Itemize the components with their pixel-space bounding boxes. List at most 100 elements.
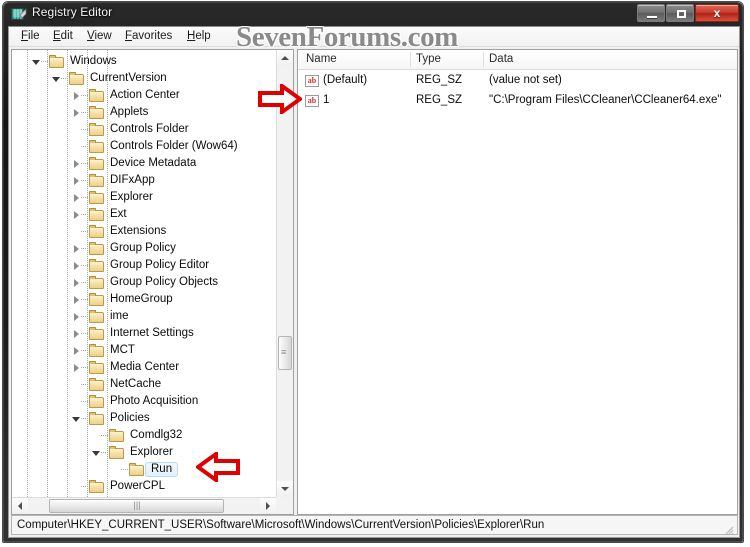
menu-help[interactable]: Help <box>183 30 215 42</box>
tree-item-explorer[interactable]: Explorer <box>12 189 277 206</box>
tree-expand-toggle-icon[interactable] <box>72 330 81 339</box>
tree-item-controls-folder-wow64[interactable]: Controls Folder (Wow64) <box>12 138 277 155</box>
value-row[interactable]: ab (Default) REG_SZ (value not set) <box>298 73 737 90</box>
tree-collapse-toggle-icon[interactable] <box>92 449 101 458</box>
chevron-up-icon <box>281 56 289 60</box>
tree-expand-toggle-icon[interactable] <box>72 109 81 118</box>
tree-connector-line <box>61 78 69 79</box>
tree-item-group-policy-objects[interactable]: Group Policy Objects <box>12 274 277 291</box>
tree-connector-line <box>81 418 89 419</box>
tree-item-applets[interactable]: Applets <box>12 104 277 121</box>
tree-item-label: Media Center <box>110 361 180 373</box>
tree-expand-toggle-icon[interactable] <box>72 262 81 271</box>
tree-expand-toggle-icon[interactable] <box>72 347 81 356</box>
tree-scroll-down-button[interactable] <box>277 481 293 497</box>
tree-item-windows[interactable]: Windows <box>12 53 277 70</box>
folder-icon <box>129 463 145 476</box>
menu-file[interactable]: File <box>17 30 44 42</box>
menu-edit[interactable]: Edit <box>49 30 77 42</box>
tree-item-policies[interactable]: Policies <box>12 410 277 427</box>
folder-icon <box>89 174 105 187</box>
folder-icon <box>89 123 105 136</box>
value-row[interactable]: ab 1 REG_SZ "C:\Program Files\CCleaner\CCle… <box>298 93 737 110</box>
tree-item-label: Photo Acquisition <box>110 395 199 407</box>
tree-item-label: Windows <box>70 55 117 67</box>
tree-expand-toggle-icon[interactable] <box>72 245 81 254</box>
tree-item-ime[interactable]: ime <box>12 308 277 325</box>
tree-item-run[interactable]: Run <box>12 461 277 478</box>
tree-horizontal-scrollbar[interactable]: ||| <box>12 497 276 514</box>
client-area: File Edit View Favorites Help Windows Cur <box>8 26 740 538</box>
tree-item-action-center[interactable]: Action Center <box>12 87 277 104</box>
value-data: (value not set) <box>489 74 562 86</box>
tree-connector-line <box>81 146 89 147</box>
tree-item-netcache[interactable]: NetCache <box>12 376 277 393</box>
column-header-name[interactable]: Name <box>306 53 337 65</box>
tree-item-homegroup[interactable]: HomeGroup <box>12 291 277 308</box>
tree-collapse-toggle-icon[interactable] <box>32 58 41 67</box>
menu-view[interactable]: View <box>83 30 116 42</box>
tree-expand-toggle-icon[interactable] <box>72 177 81 186</box>
tree-expand-toggle-icon[interactable] <box>72 92 81 101</box>
minimize-button[interactable] <box>637 4 665 22</box>
tree-expand-toggle-icon[interactable] <box>72 296 81 305</box>
tree-horizontal-scroll-thumb[interactable]: ||| <box>49 499 224 513</box>
close-button[interactable]: x <box>695 4 739 22</box>
tree-connector-line <box>101 452 109 453</box>
tree-item-currentversion[interactable]: CurrentVersion <box>12 70 277 87</box>
tree-item-extensions[interactable]: Extensions <box>12 223 277 240</box>
menu-favorites[interactable]: Favorites <box>121 30 176 42</box>
tree-item-label: NetCache <box>110 378 162 390</box>
tree-expand-toggle-icon[interactable] <box>72 313 81 322</box>
folder-icon <box>89 412 105 425</box>
tree-expand-toggle-icon[interactable] <box>72 160 81 169</box>
tree-expand-toggle-icon[interactable] <box>72 364 81 373</box>
tree-expand-toggle-icon[interactable] <box>72 194 81 203</box>
titlebar: Registry Editor x <box>3 2 743 26</box>
values-column-header: Name Type Data <box>298 50 737 70</box>
tree-vertical-scrollbar[interactable]: ≡ <box>276 50 293 497</box>
tree-item-label: ime <box>110 310 129 322</box>
tree-item-device-metadata[interactable]: Device Metadata <box>12 155 277 172</box>
resize-grip-icon[interactable] <box>724 522 734 535</box>
tree-scroll-right-button[interactable] <box>260 498 276 514</box>
folder-icon <box>89 378 105 391</box>
tree-item-label: Policies <box>110 412 150 424</box>
tree-expand-toggle-icon[interactable] <box>72 279 81 288</box>
tree-scroll-up-button[interactable] <box>277 50 293 66</box>
tree-item-controls-folder[interactable]: Controls Folder <box>12 121 277 138</box>
folder-icon <box>89 310 105 323</box>
tree-item-powercpl[interactable]: PowerCPL <box>12 478 277 495</box>
string-value-icon: ab <box>305 75 319 87</box>
column-header-type[interactable]: Type <box>416 53 441 65</box>
tree-connector-line <box>81 401 89 402</box>
maximize-button[interactable] <box>666 4 694 22</box>
tree-expand-toggle-icon[interactable] <box>72 211 81 220</box>
tree-item-internet-settings[interactable]: Internet Settings <box>12 325 277 342</box>
tree-item-media-center[interactable]: Media Center <box>12 359 277 376</box>
tree-item-comdlg32[interactable]: Comdlg32 <box>12 427 277 444</box>
tree-item-ext[interactable]: Ext <box>12 206 277 223</box>
tree-item-label: Comdlg32 <box>130 429 183 441</box>
folder-icon <box>89 225 105 238</box>
folder-icon <box>89 259 105 272</box>
column-divider[interactable] <box>483 52 484 67</box>
column-divider[interactable] <box>410 52 411 67</box>
tree-item-explorer[interactable]: Explorer <box>12 444 277 461</box>
tree-item-mct[interactable]: MCT <box>12 342 277 359</box>
folder-icon <box>89 140 105 153</box>
tree-collapse-toggle-icon[interactable] <box>52 75 61 84</box>
tree-item-photo-acquisition[interactable]: Photo Acquisition <box>12 393 277 410</box>
column-header-data[interactable]: Data <box>489 53 513 65</box>
folder-icon <box>49 55 65 68</box>
tree-scroll-left-button[interactable] <box>12 498 28 514</box>
tree-connector-line <box>81 316 89 317</box>
tree-connector-line <box>81 95 89 96</box>
tree-connector-line <box>81 197 89 198</box>
tree-item-group-policy-editor[interactable]: Group Policy Editor <box>12 257 277 274</box>
tree-vertical-scroll-thumb[interactable]: ≡ <box>278 336 292 370</box>
registry-tree[interactable]: Windows CurrentVersion Action Center Applet… <box>12 50 277 498</box>
tree-item-group-policy[interactable]: Group Policy <box>12 240 277 257</box>
tree-item-difxapp[interactable]: DIFxApp <box>12 172 277 189</box>
tree-collapse-toggle-icon[interactable] <box>72 415 81 424</box>
